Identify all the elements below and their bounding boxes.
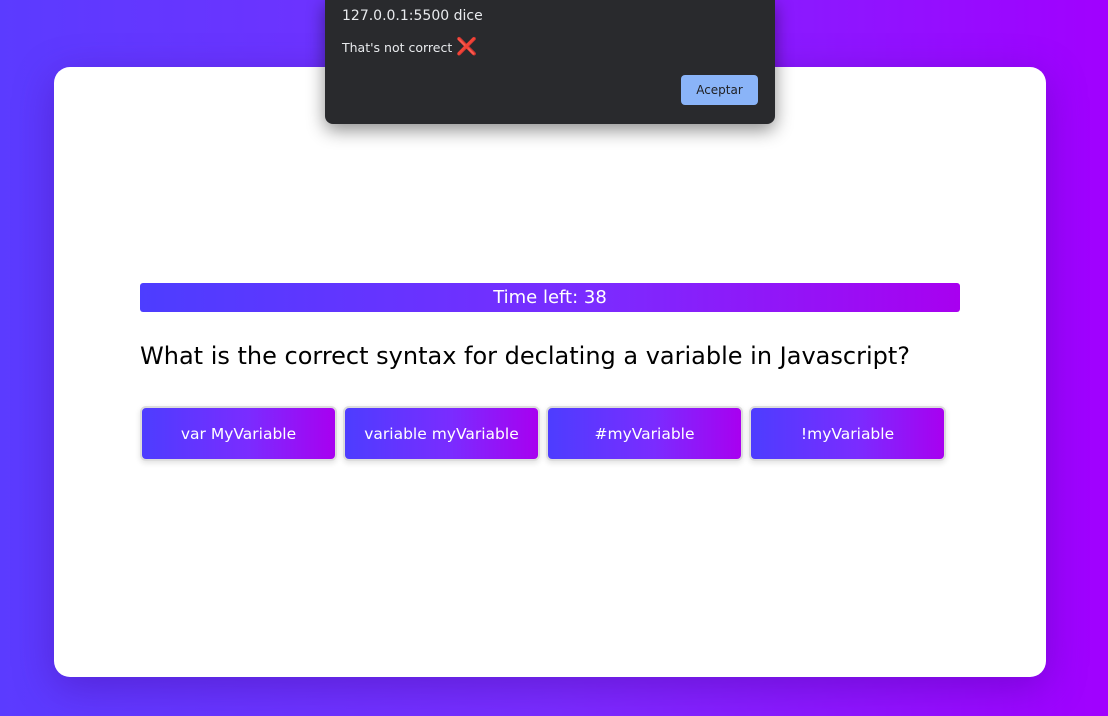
dialog-message-text: That's not correct	[342, 40, 453, 55]
quiz-card: Time left: 38 What is the correct syntax…	[54, 67, 1046, 677]
answer-list: var MyVariable variable myVariable #myVa…	[140, 406, 960, 461]
dialog-title: 127.0.0.1:5500 dice	[342, 8, 483, 24]
answer-button-2[interactable]: variable myVariable	[343, 406, 540, 461]
answer-button-3[interactable]: #myVariable	[546, 406, 743, 461]
dialog-message: That's not correct ❌	[342, 39, 477, 56]
alert-dialog: 127.0.0.1:5500 dice That's not correct ❌…	[325, 0, 775, 124]
answer-button-1[interactable]: var MyVariable	[140, 406, 337, 461]
quiz-container: Time left: 38 What is the correct syntax…	[140, 283, 960, 461]
cross-mark-icon: ❌	[456, 37, 478, 57]
answer-button-4[interactable]: !myVariable	[749, 406, 946, 461]
accept-button[interactable]: Aceptar	[681, 75, 758, 105]
timer-bar: Time left: 38	[140, 283, 960, 312]
question-text: What is the correct syntax for declating…	[140, 342, 910, 370]
